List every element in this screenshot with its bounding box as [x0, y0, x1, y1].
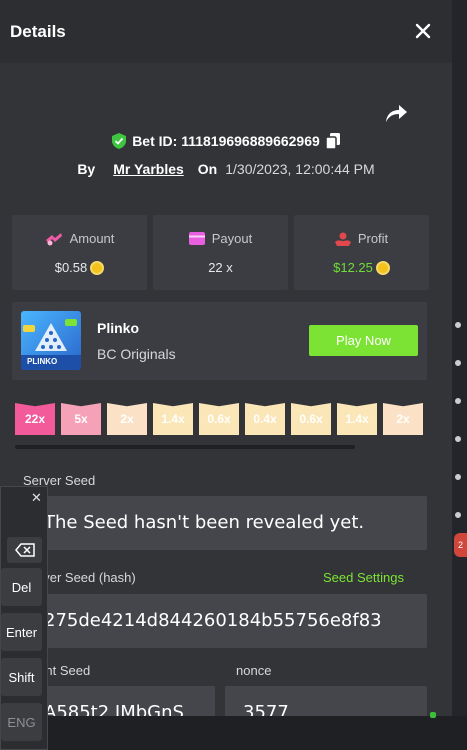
background-dot: [455, 512, 461, 518]
username-link[interactable]: Mr Yarbles: [113, 161, 184, 177]
game-card: PLINKO Plinko BC Originals Play Now: [12, 302, 427, 380]
close-icon: [415, 23, 431, 39]
payout-value: 22 x: [208, 260, 233, 275]
modal-header: Details: [0, 0, 452, 63]
multiplier-scrollbar[interactable]: [15, 445, 355, 449]
multiplier-tile: 5x: [61, 403, 101, 435]
close-button[interactable]: [412, 20, 434, 42]
multiplier-tile: 22x: [15, 403, 55, 435]
keyboard-close-button[interactable]: ✕: [31, 490, 42, 506]
language-key[interactable]: ENG: [1, 703, 42, 741]
profit-card: Profit $12.25: [294, 215, 429, 290]
background-dot: [455, 474, 461, 480]
profit-icon: [334, 232, 351, 246]
profit-label: Profit: [357, 231, 389, 246]
payout-card: Payout 22 x: [153, 215, 288, 290]
background-dot: [455, 398, 461, 404]
multiplier-tile: 2x: [107, 403, 147, 435]
amount-label: Amount: [69, 231, 115, 246]
seed-settings-link[interactable]: Seed Settings: [323, 570, 404, 585]
background-dot: [455, 360, 461, 366]
share-icon: [386, 105, 407, 122]
amount-card: Amount $0.58: [12, 215, 147, 290]
amount-value: $0.58: [54, 260, 88, 275]
client-seed-field[interactable]: A585t2 JMbGnS: [32, 686, 215, 716]
play-now-button[interactable]: Play Now: [309, 325, 418, 356]
coin-icon: [90, 260, 105, 275]
game-provider: BC Originals: [97, 346, 176, 362]
background-dot: [455, 436, 461, 442]
multiplier-tile: 0.6x: [199, 403, 239, 435]
bet-datetime: 1/30/2023, 12:00:44 PM: [225, 161, 375, 177]
multiplier-tile: 1.4x: [153, 403, 193, 435]
modal-title: Details: [10, 22, 66, 41]
details-modal: Details Bet ID: 111819696889662969 By Mr…: [0, 0, 452, 716]
thumbnail-label: PLINKO: [27, 357, 58, 366]
background-badge: 2: [454, 533, 467, 557]
background-dot: [455, 322, 461, 328]
multiplier-tile: 0.6x: [291, 403, 331, 435]
background-page-edge: [452, 0, 467, 750]
delete-key[interactable]: Del: [1, 568, 42, 606]
nonce-label: nonce: [236, 663, 272, 678]
profit-value: $12.25: [333, 260, 373, 275]
background-indicator: [430, 712, 436, 718]
nonce-field[interactable]: 3577: [225, 686, 427, 716]
payout-label: Payout: [211, 231, 253, 246]
multiplier-tile: 2x: [383, 403, 423, 435]
backspace-key[interactable]: [7, 537, 42, 563]
multiplier-strip[interactable]: 22x5x2x1.4x0.6x0.4x0.6x1.4x2x5x: [15, 403, 427, 435]
on-screen-keyboard: ✕ Del Enter Shift ENG: [0, 486, 48, 750]
backspace-icon: [14, 543, 35, 557]
enter-key[interactable]: Enter: [1, 613, 42, 651]
server-seed-hash-field[interactable]: 275de4214d844260184b55756e8f83: [32, 594, 427, 648]
money-icon: [45, 232, 62, 245]
server-seed-field[interactable]: The Seed hasn't been revealed yet.: [32, 496, 427, 550]
copy-icon[interactable]: [325, 133, 340, 149]
game-thumbnail[interactable]: PLINKO: [21, 311, 81, 370]
bet-author-row: By Mr Yarbles On 1/30/2023, 12:00:44 PM: [0, 161, 452, 177]
multiplier-tile: 1.4x: [337, 403, 377, 435]
multiplier-tile: 0.4x: [245, 403, 285, 435]
bet-id: Bet ID: 111819696889662969: [132, 133, 320, 149]
by-label: By: [77, 161, 96, 177]
on-label: On: [197, 161, 218, 177]
background-bottom-bar: [0, 716, 467, 750]
shift-key[interactable]: Shift: [1, 658, 42, 696]
coin-icon: [375, 260, 390, 275]
shield-check-icon: [112, 133, 127, 149]
game-name: Plinko: [97, 320, 140, 336]
bet-id-row: Bet ID: 111819696889662969: [0, 133, 452, 149]
share-button[interactable]: [384, 102, 408, 124]
card-icon: [188, 232, 205, 245]
